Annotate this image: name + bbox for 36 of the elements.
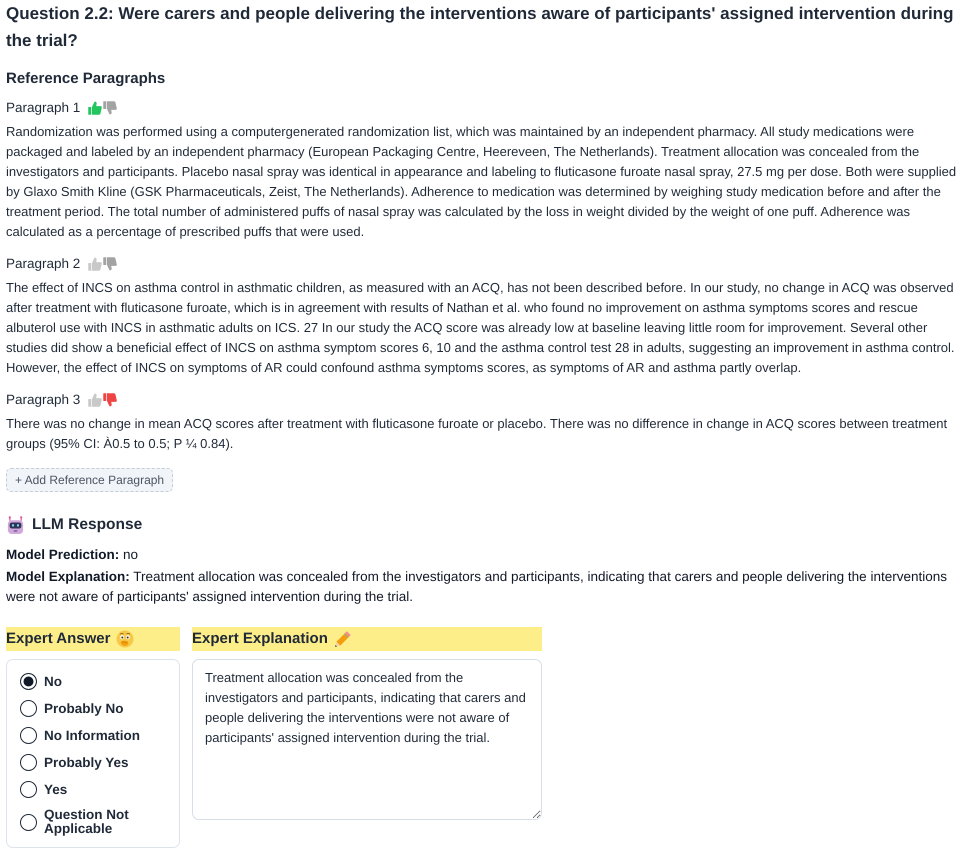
thumbs-up-icon[interactable] <box>88 393 102 407</box>
thumbs-up-icon[interactable] <box>88 257 102 271</box>
radio-option[interactable]: Probably Yes <box>20 749 171 776</box>
radio-button[interactable] <box>20 754 37 771</box>
radio-option[interactable]: No Information <box>20 722 171 749</box>
pencil-icon <box>334 630 352 648</box>
radio-button[interactable] <box>20 814 37 830</box>
radio-button[interactable] <box>20 781 37 798</box>
add-paragraph-button[interactable]: + Add Reference Paragraph <box>6 468 174 492</box>
paragraph-text: There was no change in mean ACQ scores after treatment with fluticasone furoate or placebo. There was no difference in change in ACQ scores between treatment groups (95% CI: À0.5 to 0.5; P ¼ 0.84). <box>6 415 948 453</box>
radio-option[interactable]: Yes <box>20 776 171 803</box>
question-title: Question 2.2: Were carers and people delivering the interventions aware of participants' assigned intervention during the trial? <box>6 3 954 52</box>
paragraph-text: The effect of INCS on asthma control in asthmatic children, as measured with an ACQ, has not been described before. In our study, no change in ACQ was observed after treatment with fluticasone furoate, which is in agreement with results of Nathan et al. who found no improvement on asthma symptoms scores and rescue albuterol use with INCS in asthmatic adults on ICS. 27 In our study the ACQ score was already low at baseline leaving little room for improvement. Several other studies did show a beneficial effect of INCS on asthma symptom scores 6, 10 and the asthma control test 28 in adults, suggesting an improvement in asthma control. However, the effect of INCS on symptoms of AR could confound asthma symptoms scores, as symptoms of AR and asthma partly overlap. <box>6 279 956 377</box>
radio-button[interactable] <box>20 673 37 690</box>
thumbs-up-icon[interactable] <box>88 101 102 115</box>
section-heading: Expert Answer <box>6 629 110 649</box>
section-heading: Reference Paragraphs <box>6 69 166 89</box>
explanation-field[interactable]: Treatment allocation was concealed from the investigators and participants, indicating that carers and people delivering the interventions were not aware of participants' assigned intervention during the trial. <box>192 659 542 820</box>
section-heading: Expert Explanation <box>192 629 328 649</box>
section-heading: LLM Response <box>32 515 142 535</box>
robot-icon <box>6 516 25 534</box>
paragraph-label: Paragraph 1 <box>6 99 80 117</box>
radio-option[interactable]: Question Not Applicable <box>20 803 171 841</box>
radio-button[interactable] <box>20 727 37 744</box>
thumbs-down-icon[interactable] <box>103 257 118 271</box>
radio-option[interactable]: Probably No <box>20 695 171 722</box>
radio-button[interactable] <box>20 700 37 717</box>
model-explanation: Model Explanation: Treatment allocation was concealed from the investigators and participants, indicating that carers and people delivering the interventions were not aware of participants' assigned intervention during the trial. <box>6 568 948 606</box>
paragraph-text: Randomization was performed using a computergenerated randomization list, which was maintained by an independent pharmacy. All study medications were packaged and labeled by an independent pharmacy (European Packaging Centre, Heereveen, The Netherlands). Treatment allocation was concealed from the investigators and participants. Placebo nasal spray was identical in appearance and labeling to fluticasone furoate nasal spray, 27.5 mg per dose. Both were supplied by Glaxo Smith Kline (GSK Pharmaceuticals, Zeist, The Netherlands). Adherence to medication was determined by weighing study medication before and after the treatment period. The total number of administered puffs of nasal spray was calculated by the loss in weight divided by the weight of one puff. Adherence was calculated as a percentage of prescribed puffs that were used. <box>6 123 958 241</box>
thumbs-down-icon[interactable] <box>103 393 118 407</box>
thumbs-down-icon[interactable] <box>103 101 118 115</box>
model-prediction: Model Prediction: no <box>6 546 140 564</box>
surprised-face-icon <box>116 630 134 648</box>
paragraph-label: Paragraph 2 <box>6 255 80 273</box>
radio-option[interactable]: No <box>20 668 171 695</box>
paragraph-label: Paragraph 3 <box>6 391 80 409</box>
